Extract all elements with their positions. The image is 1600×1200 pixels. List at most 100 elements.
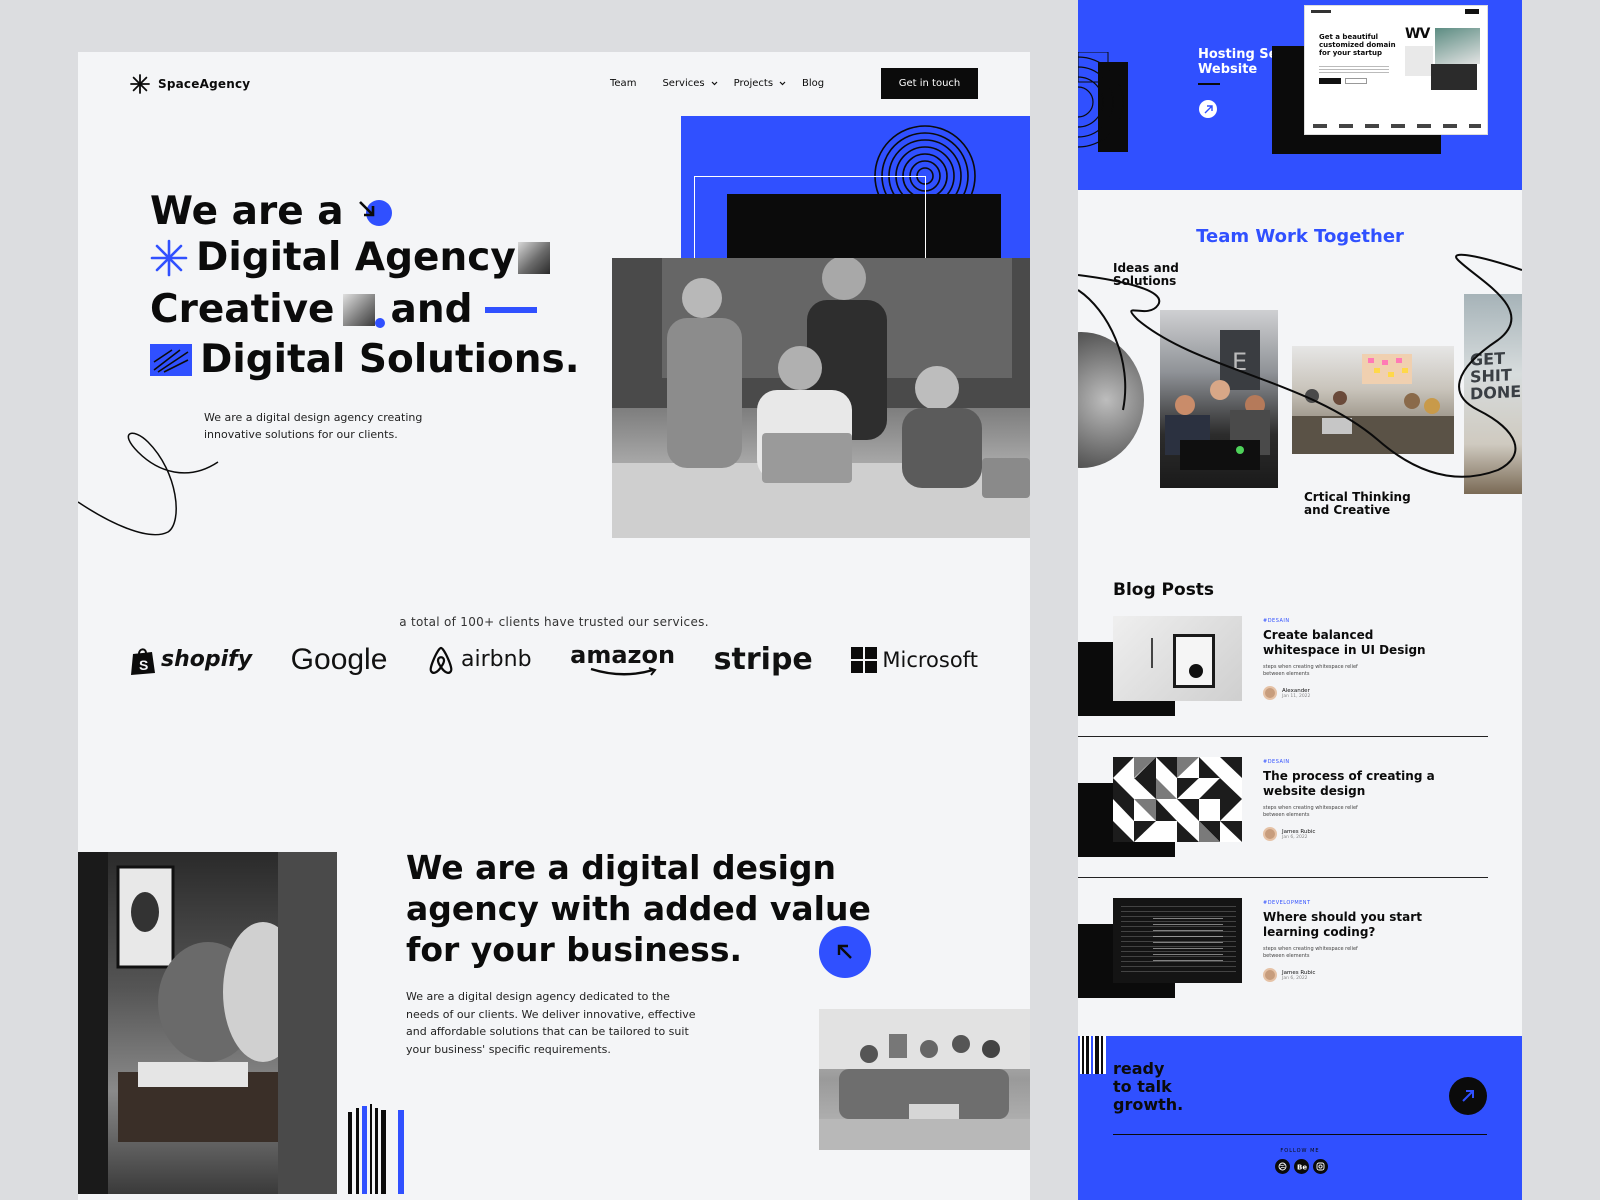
cta-heading: ready to talk growth. xyxy=(1113,1059,1184,1114)
sparkle-icon xyxy=(150,239,188,276)
airbnb-logo: airbnb xyxy=(426,644,532,676)
blog-divider xyxy=(1078,736,1488,737)
barcode-stripes-decor xyxy=(1080,1036,1106,1074)
preview-cta xyxy=(1319,78,1341,84)
hero-team-photo xyxy=(612,258,1030,538)
about-meeting-photo xyxy=(78,852,337,1194)
post-author: James Rubic Jan 6, 2022 xyxy=(1263,827,1315,841)
hero-heading-line-2: Digital Agency xyxy=(150,238,550,277)
post-title[interactable]: Where should you start learning coding? xyxy=(1263,910,1438,940)
get-in-touch-button[interactable]: Get in touch xyxy=(881,68,978,99)
hero-subtitle: We are a digital design agency creating … xyxy=(204,411,423,441)
google-logo: Google xyxy=(290,642,388,676)
website-preview-card[interactable]: Get a beautiful customized domain for yo… xyxy=(1304,5,1488,135)
social-icons-row: Be xyxy=(1275,1159,1328,1174)
preview-logo xyxy=(1311,10,1331,13)
client-logos-row: S shopify Google airbnb amazon stripe Mi… xyxy=(130,642,978,677)
avatar xyxy=(1263,968,1277,982)
clients-caption: a total of 100+ clients have trusted our… xyxy=(399,615,709,629)
shopify-logo: S shopify xyxy=(130,645,252,675)
brand-name: SpaceAgency xyxy=(158,77,251,91)
follow-label: FOLLOW ME xyxy=(1280,1148,1320,1154)
team-group-photo xyxy=(819,1009,1030,1150)
stripe-logo: stripe xyxy=(713,642,813,677)
post-description: steps when creating whitespace relief be… xyxy=(1263,946,1358,959)
preview-nav-button xyxy=(1465,9,1479,14)
amazon-smile-icon xyxy=(590,666,657,676)
nav-link-projects[interactable]: Projects xyxy=(734,78,786,89)
preview-headline: Get a beautiful customized domain for yo… xyxy=(1319,33,1396,57)
contact-arrow-button[interactable] xyxy=(1449,1077,1487,1115)
about-description: We are a digital design agency dedicated… xyxy=(406,990,696,1056)
landing-page-main: SpaceAgency Team Services Projects Blog … xyxy=(78,52,1030,1200)
post-tag[interactable]: #DESAIN xyxy=(1263,618,1290,624)
landing-page-secondary: Hosting Service Website Get a beautiful … xyxy=(1078,0,1522,1200)
post-author: James Rubic Jan 6, 2022 xyxy=(1263,968,1315,982)
arrow-up-left-icon xyxy=(837,944,852,959)
critical-thinking-label: Crtical Thinking and Creative xyxy=(1304,490,1411,517)
post-thumbnail xyxy=(1113,898,1242,983)
arrow-up-right-icon xyxy=(1462,1090,1474,1102)
dribbble-icon[interactable] xyxy=(1275,1159,1290,1174)
post-thumbnail xyxy=(1113,616,1242,701)
blog-section-title: Blog Posts xyxy=(1113,580,1215,600)
hero-heading-line-4: Digital Solutions. xyxy=(150,340,580,379)
preview-laptop-photo xyxy=(1405,46,1433,76)
scribble-square-icon xyxy=(150,343,192,376)
chevron-down-icon xyxy=(711,81,718,86)
hosting-title-underline xyxy=(1198,83,1220,85)
post-thumbnail xyxy=(1113,757,1242,842)
blog-post-card[interactable]: #DESAIN The process of creating a websit… xyxy=(1078,757,1522,897)
nav-link-blog[interactable]: Blog xyxy=(802,78,824,89)
post-title[interactable]: Create balanced whitespace in UI Design xyxy=(1263,628,1438,658)
avatar xyxy=(1263,686,1277,700)
shoe-thumbnail xyxy=(342,293,385,328)
post-tag[interactable]: #DESAIN xyxy=(1263,759,1290,765)
main-nav: Team Services Projects Blog xyxy=(610,78,824,89)
preview-cta-secondary xyxy=(1345,78,1367,84)
svg-text:S: S xyxy=(139,657,148,673)
cta-divider xyxy=(1113,1134,1487,1135)
hero-heading-line-3: Creative and xyxy=(150,290,537,329)
arrow-up-left-button[interactable] xyxy=(819,926,871,978)
post-title[interactable]: The process of creating a website design xyxy=(1263,769,1438,799)
flowing-line-decor xyxy=(1078,253,1522,478)
instagram-icon[interactable] xyxy=(1313,1159,1328,1174)
preview-brand-mark: WV xyxy=(1405,26,1430,42)
post-description: steps when creating whitespace relief be… xyxy=(1263,664,1358,677)
chevron-down-icon xyxy=(779,81,786,86)
blog-post-card[interactable]: #DEVELOPMENT Where should you start lear… xyxy=(1078,898,1522,1038)
behance-icon[interactable]: Be xyxy=(1294,1159,1309,1174)
concentric-arcs-decor xyxy=(1078,52,1128,152)
nav-link-services[interactable]: Services xyxy=(662,78,718,89)
preview-hero-photo xyxy=(1435,28,1480,64)
nav-link-team[interactable]: Team xyxy=(610,78,636,89)
svg-text:Be: Be xyxy=(1297,1164,1307,1171)
microsoft-squares-icon xyxy=(851,646,878,673)
hero-outline-frame xyxy=(694,176,926,266)
sculpture-thumbnail xyxy=(517,241,550,274)
open-project-button[interactable] xyxy=(1199,100,1217,118)
avatar xyxy=(1263,827,1277,841)
blog-post-card[interactable]: #DESAIN Create balanced whitespace in UI… xyxy=(1078,616,1522,756)
post-description: steps when creating whitespace relief be… xyxy=(1263,805,1358,818)
shopify-bag-icon: S xyxy=(131,647,155,675)
blog-divider xyxy=(1078,877,1488,878)
amazon-logo: amazon xyxy=(570,643,675,677)
team-section-title: Team Work Together xyxy=(1196,226,1404,247)
post-author: Alexander Jan 11, 2022 xyxy=(1263,686,1310,700)
brand-logo[interactable]: SpaceAgency xyxy=(130,74,250,94)
preview-chart-card xyxy=(1431,64,1477,90)
about-heading: We are a digital design agency with adde… xyxy=(406,848,871,969)
arrow-up-right-icon xyxy=(1204,104,1213,113)
preview-logo-strip xyxy=(1313,124,1481,128)
blue-dash-decor xyxy=(484,306,537,313)
hero-heading-line-1: We are a xyxy=(150,192,392,231)
post-tag[interactable]: #DEVELOPMENT xyxy=(1263,900,1311,906)
squiggle-line-decor xyxy=(78,432,219,536)
arrow-down-right-icon xyxy=(356,198,392,226)
preview-body-text xyxy=(1319,66,1389,74)
asterisk-icon xyxy=(130,74,150,94)
airbnb-icon xyxy=(429,646,453,674)
barcode-stripes-decor xyxy=(348,1104,404,1194)
